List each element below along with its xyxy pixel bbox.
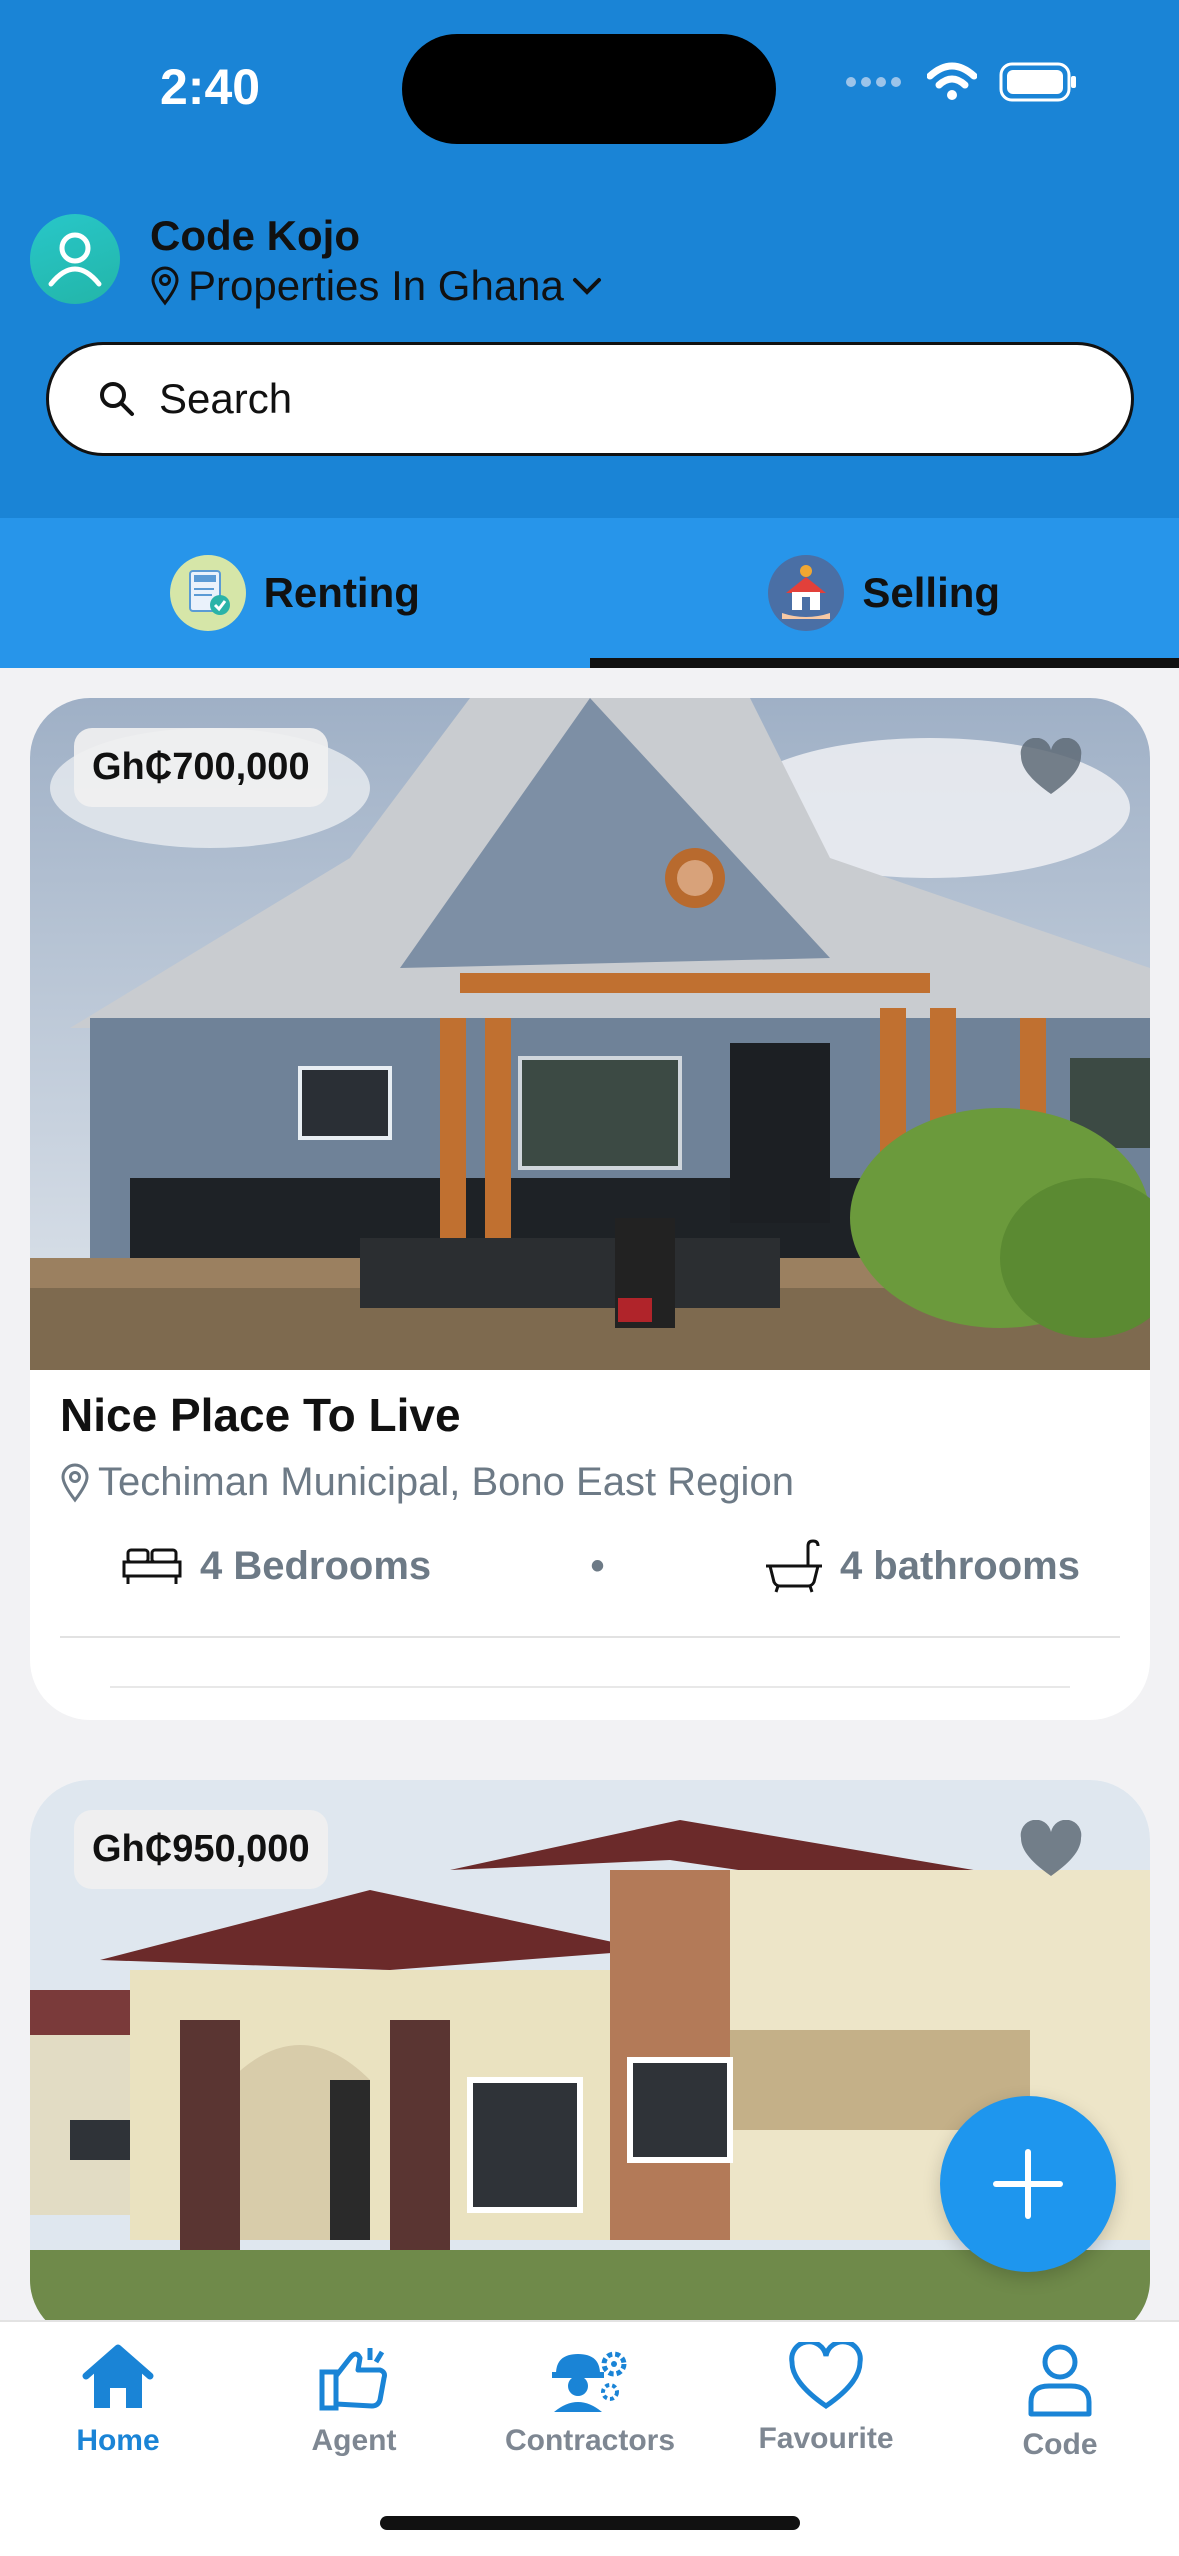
favorite-heart-icon[interactable] — [1018, 1820, 1084, 1880]
nav-profile[interactable]: Code — [960, 2342, 1160, 2462]
nav-contractors[interactable]: Contractors — [490, 2342, 690, 2458]
property-location: Techiman Municipal, Bono East Region — [60, 1460, 794, 1505]
tab-label: Selling — [862, 569, 1001, 616]
person-icon — [48, 232, 102, 287]
property-card[interactable]: Gh₵700,000 Nice Place To Live Techiman M… — [30, 698, 1150, 1720]
tab-label: Renting — [263, 569, 420, 616]
active-tab-indicator — [589, 658, 1179, 668]
agent-icon — [319, 2348, 387, 2411]
tab-renting[interactable]: Renting — [0, 518, 590, 668]
search-icon — [100, 382, 134, 416]
bathtub-icon — [765, 1539, 822, 1593]
wifi-icon — [927, 62, 977, 100]
home-indicator — [380, 2516, 800, 2530]
dynamic-island — [402, 34, 776, 144]
favorite-heart-icon[interactable] — [1018, 738, 1084, 798]
nav-favourite[interactable]: Favourite — [726, 2342, 926, 2456]
person-icon — [1028, 2344, 1092, 2417]
search-input[interactable]: Search — [46, 342, 1134, 456]
price-badge: Gh₵950,000 — [74, 1810, 328, 1889]
bedrooms-feature: 4 Bedrooms — [120, 1544, 431, 1589]
nav-label: Home — [76, 2424, 160, 2457]
nav-home[interactable]: Home — [18, 2342, 218, 2458]
nav-label: Favourite — [758, 2422, 894, 2455]
tab-selling[interactable]: Selling — [589, 518, 1179, 668]
nav-agent[interactable]: Agent — [254, 2342, 454, 2458]
heart-icon — [789, 2342, 863, 2410]
contractors-icon — [552, 2351, 627, 2412]
nav-label: Agent — [311, 2424, 397, 2457]
bed-icon — [122, 1548, 182, 1584]
rent-document-icon — [169, 555, 246, 631]
plus-icon — [993, 2149, 1063, 2219]
status-icons — [845, 62, 1079, 102]
battery-icon — [999, 62, 1076, 102]
home-icon — [82, 2344, 154, 2408]
divider — [60, 1636, 1120, 1638]
location-pin-icon — [151, 266, 179, 306]
house-sale-icon — [768, 555, 845, 631]
signal-icon — [846, 77, 901, 87]
property-photo[interactable]: Gh₵700,000 — [30, 698, 1150, 1370]
app-header: 2:40 Code Kojo Properties In Ghana Searc… — [0, 0, 1179, 518]
price-badge: Gh₵700,000 — [74, 728, 328, 807]
property-title: Nice Place To Live — [60, 1389, 461, 1441]
nav-label: Code — [1022, 2428, 1098, 2461]
bedrooms-label: 4 Bedrooms — [200, 1543, 432, 1588]
location-selector[interactable]: Properties In Ghana — [150, 262, 602, 310]
add-listing-button[interactable] — [940, 2096, 1116, 2272]
search-placeholder: Search — [159, 375, 293, 422]
status-time: 2:40 — [160, 59, 261, 115]
location-label: Properties In Ghana — [188, 262, 564, 309]
listing-tabs: Renting Selling — [0, 518, 1179, 668]
bathrooms-label: 4 bathrooms — [839, 1543, 1080, 1588]
user-name: Code Kojo — [150, 212, 360, 259]
property-location-text: Techiman Municipal, Bono East Region — [98, 1460, 794, 1504]
property-features: 4 Bedrooms • 4 bathrooms — [120, 1538, 1080, 1594]
chevron-down-icon — [572, 278, 601, 295]
nav-label: Contractors — [504, 2424, 676, 2457]
bathrooms-feature: 4 bathrooms — [764, 1538, 1080, 1594]
divider — [110, 1686, 1070, 1688]
avatar[interactable] — [30, 214, 120, 304]
location-pin-icon — [61, 1463, 89, 1502]
feature-separator: • — [590, 1543, 605, 1588]
